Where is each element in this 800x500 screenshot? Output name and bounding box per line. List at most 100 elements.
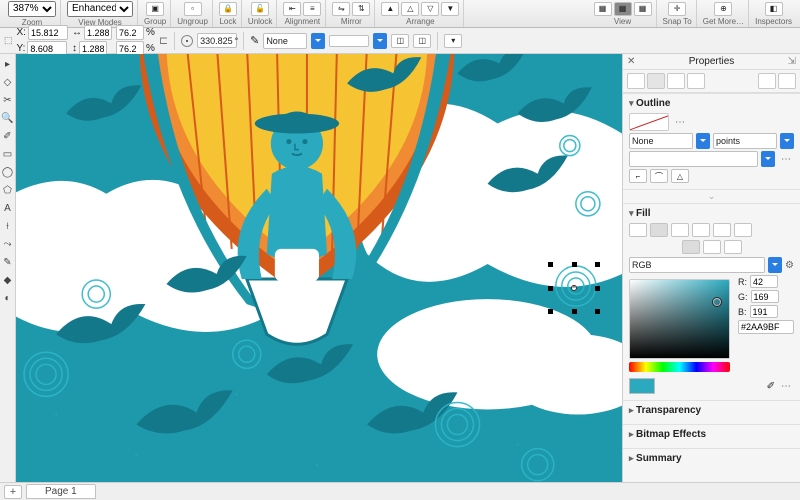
align-center-button[interactable]: ≡: [303, 2, 321, 16]
add-page-button[interactable]: +: [4, 485, 22, 499]
rotation-input[interactable]: 330.825°: [197, 33, 237, 48]
dimension-tool[interactable]: ⟊: [2, 220, 14, 232]
outline-color-more[interactable]: ⋯: [672, 117, 688, 128]
mirror-h-button[interactable]: ⇋: [332, 2, 350, 16]
ellipse-tool[interactable]: ◯: [2, 166, 14, 178]
outline-unit-select[interactable]: points: [713, 133, 777, 149]
mirror-v-button[interactable]: ⇅: [352, 2, 370, 16]
outline-color-swatch[interactable]: [629, 113, 669, 131]
inspectors-button[interactable]: ◧: [765, 2, 783, 16]
viewmodes-select[interactable]: Enhanced: [67, 1, 133, 17]
tab-6[interactable]: [778, 73, 796, 89]
outline-style-select[interactable]: [629, 151, 758, 167]
canvas[interactable]: [16, 54, 622, 482]
tab-4[interactable]: [687, 73, 705, 89]
outline-title[interactable]: Outline: [629, 98, 794, 109]
color-picker[interactable]: [629, 279, 730, 359]
scale-x-input[interactable]: [116, 25, 144, 40]
view-btn3[interactable]: ▦: [634, 2, 652, 16]
stroke-style-preview[interactable]: [329, 35, 369, 47]
order-button[interactable]: ▾: [444, 34, 462, 48]
x-input[interactable]: [28, 25, 68, 40]
tab-3[interactable]: [667, 73, 685, 89]
selection-icon: ⬚: [4, 35, 13, 46]
color-model-dropdown[interactable]: [768, 257, 782, 273]
transparency-tool[interactable]: ◐: [2, 292, 14, 304]
stroke-width-select[interactable]: None: [263, 33, 307, 49]
connector-tool[interactable]: ⤳: [2, 238, 14, 250]
bitmap-section[interactable]: Bitmap Effects: [623, 424, 800, 448]
property-bar: ⬚ X: Y: ↔ ↕ % % ⊏ 330.825° ✎ None ◫ ◫ ▾: [0, 28, 800, 54]
stroke-width-dropdown[interactable]: [311, 33, 325, 49]
freehand-tool[interactable]: ✐: [2, 130, 14, 142]
fill-texture[interactable]: [713, 223, 731, 237]
eyedropper-icon[interactable]: ✐: [767, 381, 775, 392]
fill-more[interactable]: ⋯: [778, 381, 794, 392]
b-input[interactable]: [750, 305, 778, 318]
page-tab-1[interactable]: Page 1: [26, 484, 96, 499]
rectangle-tool[interactable]: ▭: [2, 148, 14, 160]
arrange-forward-button[interactable]: △: [401, 2, 419, 16]
unlock-button[interactable]: 🔓: [251, 2, 269, 16]
group-button[interactable]: ▣: [146, 2, 164, 16]
view-btn1[interactable]: ▦: [594, 2, 612, 16]
current-color-swatch[interactable]: [629, 378, 655, 394]
lock-ratio-icon[interactable]: ⊏: [159, 34, 168, 47]
panel-expand-icon[interactable]: ⇲: [788, 56, 796, 67]
fill-postscript[interactable]: [734, 223, 752, 237]
ungroup-button[interactable]: ▫: [184, 2, 202, 16]
outline-unit-dropdown[interactable]: [780, 133, 794, 149]
dropper-tool[interactable]: ✎: [2, 256, 14, 268]
fill-winding-3[interactable]: [724, 240, 742, 254]
snap-button[interactable]: ✛: [668, 2, 686, 16]
fill-winding-1[interactable]: [682, 240, 700, 254]
r-input[interactable]: [750, 275, 778, 288]
wrap-button-2[interactable]: ◫: [413, 34, 431, 48]
view-btn2[interactable]: ▦: [614, 2, 632, 16]
zoom-select[interactable]: 387%: [8, 1, 56, 17]
color-model-select[interactable]: RGB: [629, 257, 765, 273]
fill-winding-2[interactable]: [703, 240, 721, 254]
fill-gradient[interactable]: [671, 223, 689, 237]
width-input[interactable]: [84, 25, 112, 40]
fill-tool[interactable]: ◆: [2, 274, 14, 286]
panel-close-icon[interactable]: ✕: [627, 56, 635, 67]
arrange-front-button[interactable]: ▲: [381, 2, 399, 16]
summary-section[interactable]: Summary: [623, 448, 800, 472]
g-input[interactable]: [751, 290, 779, 303]
gear-icon[interactable]: ⚙︎: [785, 260, 794, 271]
outline-style-dropdown[interactable]: [761, 151, 775, 167]
hex-input[interactable]: [738, 320, 794, 334]
pick-tool[interactable]: ▸: [2, 58, 14, 70]
text-tool[interactable]: A: [2, 202, 14, 214]
inspectors-group: ◧ Inspectors: [751, 0, 796, 27]
shape-tool[interactable]: ◇: [2, 76, 14, 88]
arrange-back-button[interactable]: ▽: [421, 2, 439, 16]
outline-width-dropdown[interactable]: [696, 133, 710, 149]
hue-slider[interactable]: [629, 362, 730, 372]
tab-2[interactable]: [647, 73, 665, 89]
arrange-backward-button[interactable]: ▼: [441, 2, 459, 16]
stroke-style-dropdown[interactable]: [373, 33, 387, 49]
transparency-section[interactable]: Transparency: [623, 400, 800, 424]
outline-style-more[interactable]: ⋯: [778, 154, 794, 165]
fill-solid[interactable]: [650, 223, 668, 237]
polygon-tool[interactable]: ⬠: [2, 184, 14, 196]
section-collapse-icon[interactable]: ⌄: [623, 189, 800, 203]
corner-round[interactable]: ⌒: [650, 169, 668, 183]
tab-5[interactable]: [758, 73, 776, 89]
fill-pattern[interactable]: [692, 223, 710, 237]
selection-handles[interactable]: [550, 264, 598, 312]
zoom-tool[interactable]: 🔍: [2, 112, 14, 124]
corner-miter[interactable]: ⌐: [629, 169, 647, 183]
align-left-button[interactable]: ⇤: [283, 2, 301, 16]
fill-none[interactable]: [629, 223, 647, 237]
getmore-button[interactable]: ⊕: [714, 2, 732, 16]
corner-bevel[interactable]: △: [671, 169, 689, 183]
fill-title[interactable]: Fill: [629, 208, 794, 219]
outline-width-select[interactable]: None: [629, 133, 693, 149]
tab-1[interactable]: [627, 73, 645, 89]
lock-button[interactable]: 🔒: [219, 2, 237, 16]
wrap-button-1[interactable]: ◫: [391, 34, 409, 48]
crop-tool[interactable]: ✂: [2, 94, 14, 106]
